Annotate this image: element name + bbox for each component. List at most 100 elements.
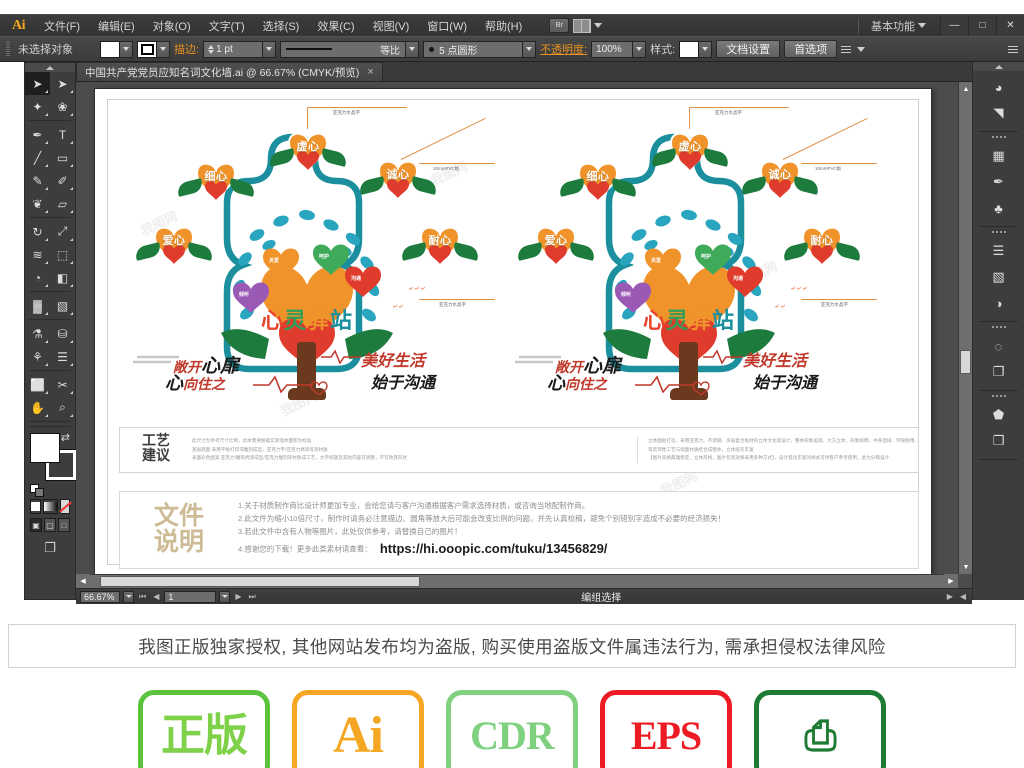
- align-icon[interactable]: [841, 45, 852, 53]
- brush-definition-select[interactable]: 5 点圆形: [423, 40, 524, 58]
- opacity-dropdown-icon[interactable]: [633, 40, 647, 58]
- gradient-fill-button[interactable]: [43, 499, 58, 514]
- free-transform-tool[interactable]: ⬚: [50, 243, 75, 266]
- document-tab[interactable]: 中国共产党党员应知名词文化墙.ai @ 66.67% (CMYK/预览) ×: [76, 62, 383, 81]
- type-tool[interactable]: T: [50, 123, 75, 146]
- stroke-profile-dropdown-icon[interactable]: [406, 40, 420, 58]
- canvas-area[interactable]: 我图网 我图网 我图网 我图网 我图网 我图网: [76, 82, 972, 588]
- stroke-weight-dropdown-icon[interactable]: [263, 40, 277, 58]
- fill-swatch[interactable]: [100, 40, 120, 58]
- transparency-panel-icon[interactable]: ◑: [973, 290, 1024, 316]
- graphic-style-swatch[interactable]: [679, 40, 700, 58]
- menu-help[interactable]: 帮助(H): [476, 15, 531, 37]
- lasso-tool[interactable]: ❀: [50, 95, 75, 118]
- page-dropdown-icon[interactable]: [219, 590, 231, 603]
- menu-edit[interactable]: 编辑(E): [89, 15, 144, 37]
- artboards-panel-icon[interactable]: ❐: [973, 428, 1024, 454]
- stepper-icon[interactable]: [208, 44, 215, 54]
- menu-view[interactable]: 视图(V): [364, 15, 419, 37]
- brush-dropdown-icon[interactable]: [523, 40, 537, 58]
- default-fill-stroke-icon[interactable]: [30, 484, 44, 497]
- column-graph-tool[interactable]: ☰: [50, 345, 75, 368]
- scroll-down-icon[interactable]: ▼: [959, 560, 972, 574]
- menu-effect[interactable]: 效果(C): [308, 15, 363, 37]
- eraser-tool[interactable]: ▱: [50, 192, 75, 215]
- first-page-icon[interactable]: ⏮: [137, 592, 148, 602]
- none-fill-button[interactable]: [58, 499, 72, 514]
- dock-collapse-handle[interactable]: [973, 62, 1024, 71]
- hand-tool[interactable]: ✋: [25, 396, 50, 419]
- horizontal-scroll-thumb[interactable]: [100, 576, 420, 587]
- menu-file[interactable]: 文件(F): [35, 15, 89, 37]
- rectangle-tool[interactable]: ▭: [50, 146, 75, 169]
- panel-menu-icon[interactable]: [1008, 45, 1018, 53]
- screen-mode-full[interactable]: □: [58, 518, 70, 532]
- gradient-tool[interactable]: ▧: [50, 294, 75, 317]
- canvas-vertical-scrollbar[interactable]: ▲ ▼: [958, 82, 972, 574]
- stroke-dropdown-icon[interactable]: [157, 40, 170, 58]
- zoom-dropdown-icon[interactable]: [123, 590, 134, 603]
- workspace-switcher[interactable]: 基本功能: [858, 17, 926, 34]
- change-screen-mode-icon[interactable]: ❐: [25, 535, 75, 561]
- canvas-horizontal-scrollbar[interactable]: ◀ ▶: [76, 574, 958, 588]
- color-panel-icon[interactable]: ◕: [973, 74, 1024, 100]
- download-url[interactable]: https://hi.ooopic.com/tuku/13456829/: [380, 541, 608, 556]
- pencil-tool[interactable]: ✐: [50, 169, 75, 192]
- menu-type[interactable]: 文字(T): [200, 15, 254, 37]
- line-segment-tool[interactable]: ╱: [25, 146, 50, 169]
- scale-tool[interactable]: ⤢: [50, 220, 75, 243]
- swap-fill-stroke-icon[interactable]: ⇄: [61, 431, 70, 444]
- paintbrush-tool[interactable]: ✎: [25, 169, 50, 192]
- previous-page-icon[interactable]: ◀: [151, 592, 161, 601]
- perspective-grid-tool[interactable]: ◧: [50, 266, 75, 289]
- bridge-icon[interactable]: Br: [549, 18, 570, 33]
- rotate-tool[interactable]: ↻: [25, 220, 50, 243]
- style-dropdown-icon[interactable]: [699, 40, 713, 58]
- scroll-right-icon[interactable]: ▶: [944, 574, 958, 588]
- minimize-button[interactable]: —: [940, 15, 968, 36]
- shape-builder-tool[interactable]: ◔: [25, 266, 50, 289]
- artboard-tool[interactable]: ⬜: [25, 373, 50, 396]
- fill-color-box[interactable]: [30, 433, 60, 463]
- align-panel-icon[interactable]: ☰: [973, 238, 1024, 264]
- color-fill-button[interactable]: [30, 499, 41, 514]
- selection-tool[interactable]: ➤: [25, 72, 50, 95]
- direct-selection-tool[interactable]: ➤: [50, 72, 75, 95]
- menu-window[interactable]: 窗口(W): [418, 15, 476, 37]
- swatches-panel-icon[interactable]: ▦: [973, 143, 1024, 169]
- scroll-up-icon[interactable]: ▲: [959, 82, 972, 96]
- gradient-panel-icon[interactable]: ▧: [973, 264, 1024, 290]
- maximize-button[interactable]: □: [968, 15, 996, 36]
- pathfinder-panel-icon[interactable]: ❐: [973, 359, 1024, 385]
- menu-object[interactable]: 对象(O): [144, 15, 200, 37]
- layers-panel-icon[interactable]: ⬟: [973, 402, 1024, 428]
- stroke-swatch[interactable]: [137, 40, 157, 58]
- stroke-profile-select[interactable]: 等比: [280, 40, 407, 58]
- fill-color-control[interactable]: [100, 40, 133, 58]
- mesh-tool[interactable]: ▓: [25, 294, 50, 317]
- scroll-left-icon[interactable]: ◀: [76, 574, 90, 588]
- zoom-tool[interactable]: ⌕: [50, 396, 75, 419]
- preferences-button[interactable]: 首选项: [784, 40, 838, 58]
- brushes-panel-icon[interactable]: ✒: [973, 169, 1024, 195]
- page-number-input[interactable]: 1: [164, 590, 217, 603]
- vertical-scroll-thumb[interactable]: [960, 350, 971, 374]
- magic-wand-tool[interactable]: ✦: [25, 95, 50, 118]
- stroke-weight-input[interactable]: 1 pt: [203, 40, 264, 58]
- width-tool[interactable]: ≋: [25, 243, 50, 266]
- menu-select[interactable]: 选择(S): [254, 15, 309, 37]
- color-guide-panel-icon[interactable]: ◥: [973, 100, 1024, 126]
- control-bar-grip[interactable]: [6, 41, 10, 57]
- toolbox-collapse-handle[interactable]: [25, 63, 75, 72]
- document-setup-button[interactable]: 文档设置: [716, 40, 781, 58]
- symbol-sprayer-tool[interactable]: ⚘: [25, 345, 50, 368]
- blob-brush-tool[interactable]: ❦: [25, 192, 50, 215]
- stroke-panel-icon[interactable]: ◌: [973, 333, 1024, 359]
- arrange-documents-button[interactable]: [573, 18, 603, 33]
- pen-tool[interactable]: ✒: [25, 123, 50, 146]
- chevron-down-icon[interactable]: [857, 46, 866, 52]
- eyedropper-tool[interactable]: ⚗: [25, 322, 50, 345]
- screen-mode-normal[interactable]: ▣: [30, 518, 42, 532]
- close-icon[interactable]: ×: [367, 66, 373, 78]
- status-menu-icon[interactable]: ▶: [945, 592, 955, 601]
